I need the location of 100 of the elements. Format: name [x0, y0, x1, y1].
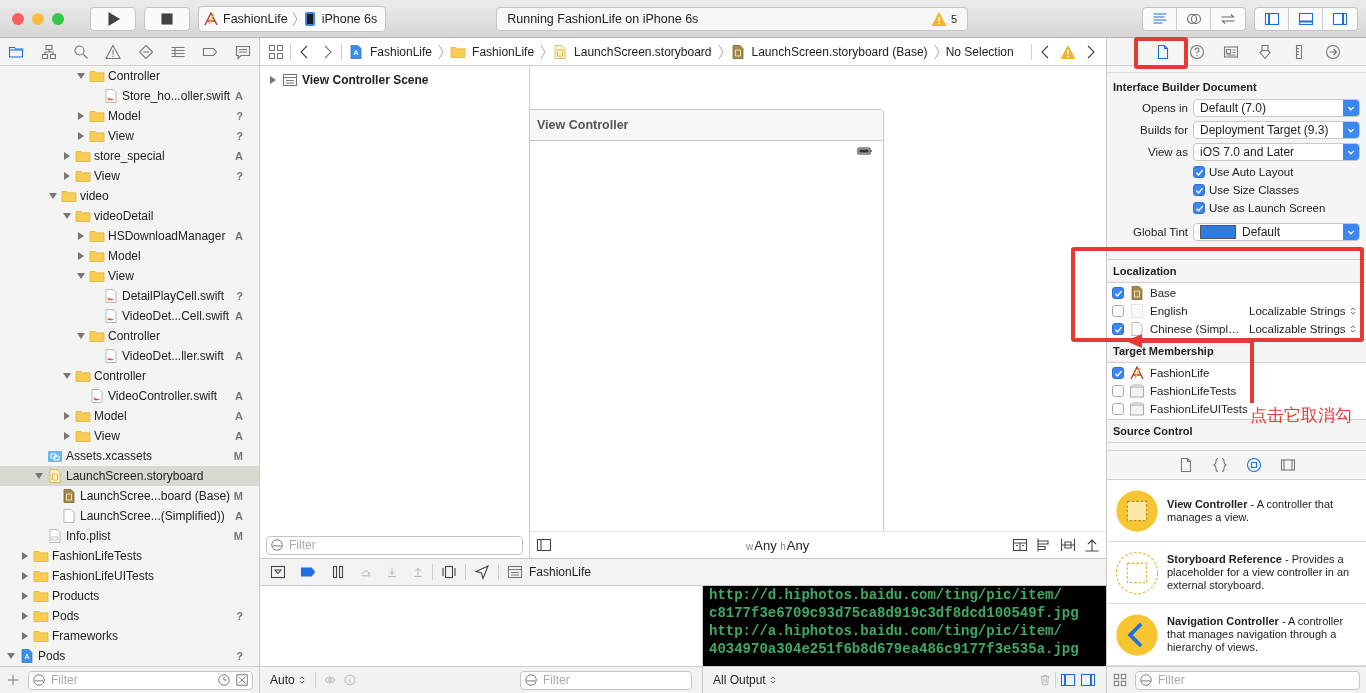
popup-button[interactable]: Default (7.0): [1193, 99, 1360, 117]
expanded-triangle-icon[interactable]: [62, 211, 72, 221]
collapsed-triangle-icon[interactable]: [20, 591, 30, 601]
scene-frame[interactable]: View Controller: [529, 109, 884, 531]
file-tree-row[interactable]: Model A: [0, 406, 259, 426]
object-circle-icon[interactable]: [1245, 457, 1262, 473]
location-arrow-icon[interactable]: [474, 564, 490, 580]
library-item[interactable]: View Controller - A controller that manages a view.: [1107, 480, 1366, 542]
view-debug-icon[interactable]: [441, 564, 457, 580]
expanded-triangle-icon[interactable]: [76, 271, 86, 281]
sidebar-toggle-icon[interactable]: [536, 537, 552, 553]
checkbox[interactable]: [1112, 385, 1124, 397]
x-box-icon[interactable]: [235, 673, 249, 687]
expanded-triangle-icon[interactable]: [6, 651, 16, 661]
scene-row[interactable]: View Controller Scene: [260, 70, 429, 90]
file-tree-row[interactable]: LaunchScree...(Simplified)) A: [0, 506, 259, 526]
checkbox[interactable]: [1112, 367, 1124, 379]
collapsed-triangle-icon[interactable]: [20, 611, 30, 621]
search-icon[interactable]: [72, 43, 89, 60]
collapsed-triangle-icon[interactable]: [62, 431, 72, 441]
pin-icon[interactable]: [1060, 537, 1076, 553]
collapsed-triangle-icon[interactable]: [62, 171, 72, 181]
filter-field[interactable]: Filter: [28, 670, 253, 690]
file-tree-row[interactable]: Info.plist M: [0, 526, 259, 546]
id-card-icon[interactable]: [1223, 43, 1239, 60]
collapsed-triangle-icon[interactable]: [62, 151, 72, 161]
file-tree-row[interactable]: videoDetail: [0, 206, 259, 226]
checkbox[interactable]: [1112, 323, 1124, 335]
color-popup[interactable]: Default: [1193, 223, 1360, 241]
hide-panel-icon[interactable]: [270, 564, 286, 580]
clock-icon[interactable]: [217, 673, 231, 687]
file-tree-row[interactable]: video: [0, 186, 259, 206]
expanded-triangle-icon[interactable]: [76, 331, 86, 341]
resolve-icon[interactable]: [1084, 537, 1100, 553]
checkbox[interactable]: [1112, 305, 1124, 317]
filter-field[interactable]: Filter: [266, 535, 523, 555]
run-button[interactable]: [90, 6, 136, 31]
grid-icon[interactable]: [268, 43, 284, 60]
scope-popup[interactable]: Auto: [270, 673, 307, 687]
file-tree-row[interactable]: Controller: [0, 326, 259, 346]
checkbox[interactable]: Use as Launch Screen: [1193, 199, 1326, 217]
scheme-name[interactable]: FashionLife: [223, 11, 288, 26]
shield-icon[interactable]: [1257, 43, 1273, 60]
hierarchy-icon[interactable]: [40, 43, 57, 60]
breadcrumb[interactable]: No Selection: [945, 44, 1014, 59]
grid-icon[interactable]: [1113, 673, 1127, 687]
localization-type-popup[interactable]: Localizable Strings: [1249, 323, 1358, 335]
checkbox[interactable]: Use Size Classes: [1193, 181, 1300, 199]
collapsed-triangle-icon[interactable]: [20, 571, 30, 581]
breadcrumb[interactable]: LaunchScreen.storyboard (Base): [751, 44, 928, 59]
file-tree-row[interactable]: VideoDet...Cell.swift A: [0, 306, 259, 326]
collapsed-triangle-icon[interactable]: [20, 631, 30, 641]
library-item[interactable]: Storyboard Reference - Provides a placeholder for a view controller in an external storyboard.: [1107, 542, 1366, 604]
warning-icon[interactable]: [105, 43, 122, 60]
file-tree-row[interactable]: View ?: [0, 166, 259, 186]
filter-field[interactable]: Filter: [520, 670, 692, 690]
embed-icon[interactable]: [1012, 537, 1028, 553]
speech-bubble-icon[interactable]: [234, 43, 251, 60]
file-tree-row[interactable]: LaunchScreen.storyboard: [0, 466, 259, 486]
expanded-triangle-icon[interactable]: [48, 191, 58, 201]
expanded-triangle-icon[interactable]: [62, 371, 72, 381]
right-panel-icon[interactable]: [1080, 672, 1096, 688]
file-tree-row[interactable]: DetailPlayCell.swift ?: [0, 286, 259, 306]
file-tree-row[interactable]: View: [0, 266, 259, 286]
help-icon[interactable]: [1189, 43, 1205, 60]
file-tree-row[interactable]: store_special A: [0, 146, 259, 166]
document-icon[interactable]: [1155, 43, 1171, 60]
file-tree-row[interactable]: FashionLifeUITests: [0, 566, 259, 586]
filter-field[interactable]: Filter: [1135, 670, 1360, 690]
file-tree-row[interactable]: VideoController.swift A: [0, 386, 259, 406]
file-tree-row[interactable]: FashionLifeTests: [0, 546, 259, 566]
checkbox[interactable]: [1112, 287, 1124, 299]
file-tree-row[interactable]: LaunchScree...board (Base) M: [0, 486, 259, 506]
film-icon[interactable]: [1279, 457, 1296, 473]
file-tree-row[interactable]: Model: [0, 246, 259, 266]
file-tree-row[interactable]: View ?: [0, 126, 259, 146]
collapsed-triangle-icon[interactable]: [76, 231, 86, 241]
file-tree-row[interactable]: Pods ?: [0, 606, 259, 626]
pause-icon[interactable]: [330, 564, 346, 580]
file-tree-row[interactable]: Frameworks: [0, 626, 259, 646]
file-tree-row[interactable]: Controller: [0, 366, 259, 386]
popup-button[interactable]: Deployment Target (9.3): [1193, 121, 1360, 139]
expanded-triangle-icon[interactable]: [34, 471, 44, 481]
device-name[interactable]: iPhone 6s: [321, 11, 378, 26]
align-icon[interactable]: [1036, 537, 1052, 553]
localization-type-popup[interactable]: Localizable Strings: [1249, 305, 1358, 317]
breadcrumb[interactable]: FashionLife: [370, 44, 433, 59]
collapsed-triangle-icon[interactable]: [76, 131, 86, 141]
expanded-triangle-icon[interactable]: [76, 71, 86, 81]
checkbox[interactable]: Use Auto Layout: [1193, 163, 1294, 181]
breadcrumb[interactable]: FashionLife: [472, 44, 535, 59]
file-tree-row[interactable]: Assets.xcassets M: [0, 446, 259, 466]
size-class-button[interactable]: wAny hAny: [746, 537, 810, 553]
file-tree-row[interactable]: HSDownloadManager A: [0, 226, 259, 246]
collapsed-triangle-icon[interactable]: [62, 411, 72, 421]
diamond-icon[interactable]: [137, 43, 154, 60]
file-tree-row[interactable]: VideoDet...ller.swift A: [0, 346, 259, 366]
close-button[interactable]: [12, 12, 24, 25]
collapsed-triangle-icon[interactable]: [76, 111, 86, 121]
breakpoint-icon[interactable]: [300, 564, 316, 580]
